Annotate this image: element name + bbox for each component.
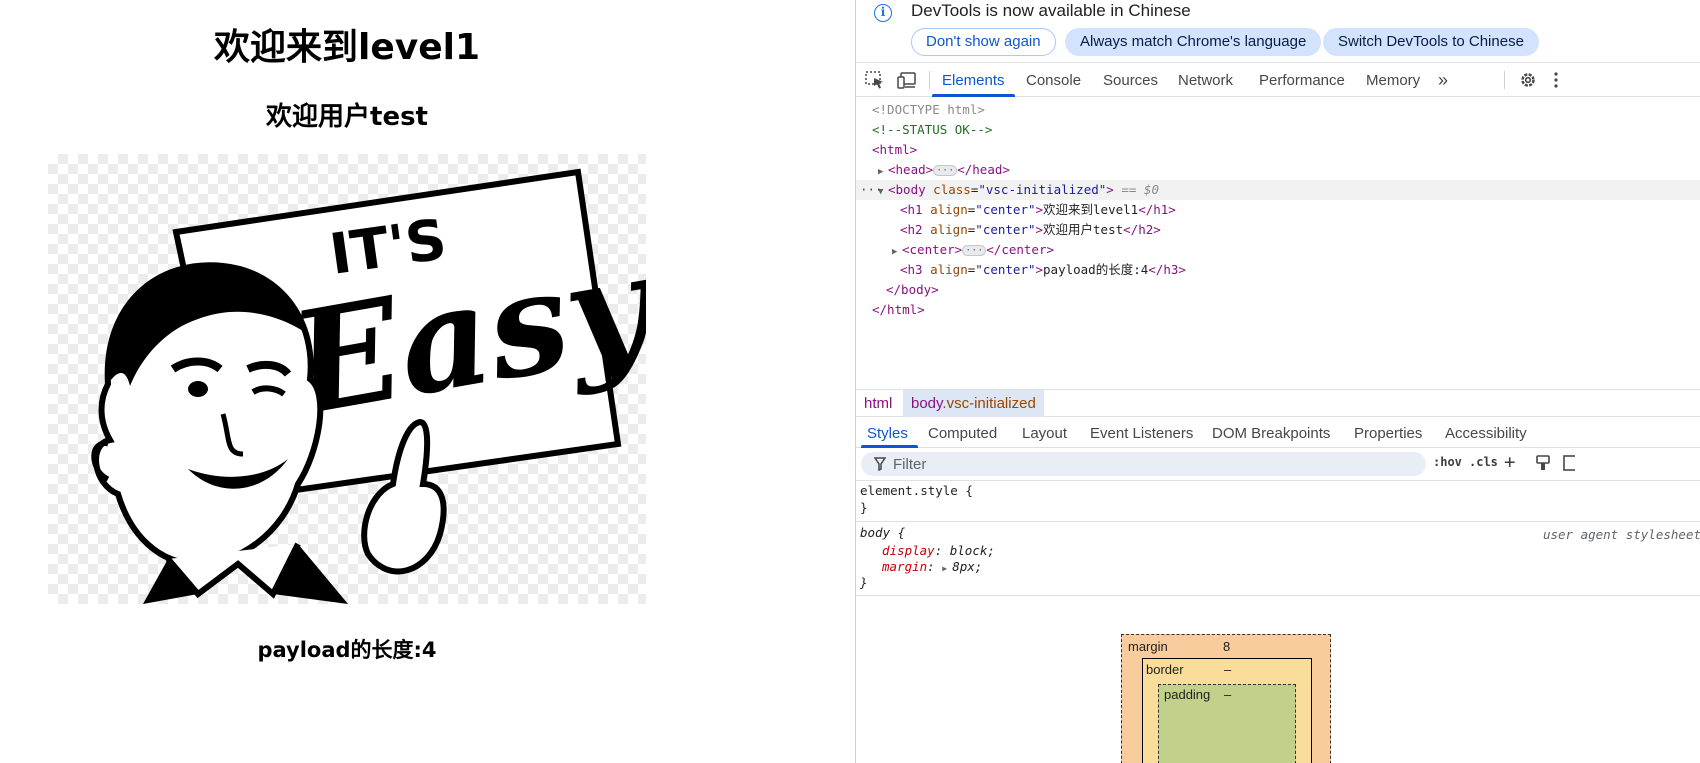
body-class-attr: class [933, 182, 971, 197]
its-easy-illustration: IT'S Easy [91, 168, 646, 604]
subtab-properties[interactable]: Properties [1354, 418, 1422, 448]
dom-line-html[interactable]: <html> [856, 140, 1700, 160]
comment-text: <!--STATUS OK--> [872, 122, 993, 137]
dom-breadcrumb: html body.vsc-initialized [856, 389, 1700, 417]
dom-tree: <!DOCTYPE html> <!--STATUS OK--> <html> … [856, 98, 1700, 388]
styles-filter-input[interactable] [893, 454, 1393, 474]
padding-top-value[interactable]: – [1224, 687, 1231, 702]
collapsed-ellipsis[interactable]: ··· [962, 245, 987, 256]
dont-show-again-button[interactable]: Don't show again [911, 28, 1056, 56]
border-top-value[interactable]: – [1224, 662, 1231, 677]
styles-subtabs: Styles Computed Layout Event Listeners D… [856, 418, 1700, 448]
kebab-menu-icon[interactable] [1552, 71, 1560, 89]
dollar-zero-marker: == $0 [1121, 182, 1159, 197]
toggle-sidebar-icon[interactable] [1563, 455, 1575, 471]
h3-text-node: payload的长度:4 [1043, 262, 1149, 277]
box-model-margin[interactable]: margin 8 border – padding – [1121, 634, 1331, 763]
subtab-layout[interactable]: Layout [1022, 418, 1067, 448]
switch-to-chinese-button[interactable]: Switch DevTools to Chinese [1323, 28, 1539, 56]
expand-triangle-icon[interactable]: ▶ [892, 242, 902, 262]
box-model-padding[interactable]: padding – [1158, 684, 1296, 763]
tab-console[interactable]: Console [1026, 63, 1081, 97]
subtab-dom-breakpoints[interactable]: DOM Breakpoints [1212, 418, 1330, 448]
user-agent-stylesheet-label[interactable]: user agent stylesheet [1543, 527, 1700, 542]
tab-sources[interactable]: Sources [1103, 63, 1158, 97]
body-style-rule[interactable]: body { [860, 524, 905, 541]
settings-gear-icon[interactable] [1518, 71, 1538, 89]
dom-line-h2[interactable]: <h2 align="center">欢迎用户test</h2> [856, 220, 1700, 240]
row-dots-icon[interactable]: ··· [860, 180, 883, 200]
h1-text-node: 欢迎来到level1 [1043, 202, 1139, 217]
breadcrumb-html[interactable]: html [856, 390, 900, 417]
expand-triangle-icon[interactable]: ▶ [878, 162, 888, 182]
dom-line-h1[interactable]: <h1 align="center">欢迎来到level1</h1> [856, 200, 1700, 220]
element-style-rule[interactable]: element.style { [860, 482, 973, 499]
page-heading-h2: 欢迎用户test [266, 102, 428, 132]
tabbar-divider [1504, 71, 1505, 89]
subtab-event-listeners[interactable]: Event Listeners [1090, 418, 1193, 448]
style-declaration-display[interactable]: display: block; [882, 542, 995, 559]
its-easy-image: IT'S Easy [48, 154, 646, 604]
style-declaration-margin[interactable]: margin: ▶ 8px; [882, 558, 982, 575]
subtab-accessibility[interactable]: Accessibility [1445, 418, 1527, 448]
tab-network[interactable]: Network [1178, 63, 1233, 97]
dom-line-body-selected[interactable]: ··· ▼ <body class="vsc-initialized"> == $… [856, 180, 1700, 200]
body-open-tag: <body [888, 182, 926, 197]
collapsed-ellipsis[interactable]: ··· [933, 165, 958, 176]
hover-state-toggle[interactable]: :hov [1433, 455, 1462, 469]
inspect-element-icon[interactable] [865, 71, 885, 89]
infobar-message: DevTools is now available in Chinese [911, 1, 1191, 20]
subtab-styles[interactable]: Styles [861, 418, 918, 448]
filter-funnel-icon [874, 457, 886, 471]
dom-line-html-close[interactable]: </html> [856, 300, 1700, 320]
devtools-main-tabs: Elements Console Sources Network Perform… [856, 63, 1700, 97]
box-model-border[interactable]: border – padding – [1142, 658, 1312, 763]
paint-brush-icon[interactable] [1535, 455, 1551, 471]
page-heading-h3: payload的长度:4 [257, 638, 437, 662]
html-open-tag: <html> [872, 142, 918, 157]
tab-elements[interactable]: Elements [932, 63, 1014, 97]
class-toggle[interactable]: .cls [1469, 455, 1498, 469]
dom-line-doctype[interactable]: <!DOCTYPE html> [856, 100, 1700, 120]
head-close-tag: </head> [957, 162, 1010, 177]
body-class-value: vsc-initialized [985, 182, 1099, 197]
always-match-language-button[interactable]: Always match Chrome's language [1065, 28, 1322, 56]
dom-line-h3[interactable]: <h3 align="center">payload的长度:4</h3> [856, 260, 1700, 280]
dom-line-comment[interactable]: <!--STATUS OK--> [856, 120, 1700, 140]
expand-shorthand-triangle-icon[interactable]: ▶ [942, 560, 952, 577]
margin-top-value[interactable]: 8 [1223, 639, 1230, 654]
language-infobar: i DevTools is now available in Chinese D… [856, 0, 1700, 63]
tab-performance[interactable]: Performance [1259, 63, 1345, 97]
dom-line-body-close[interactable]: </body> [856, 280, 1700, 300]
doctype-text: <!DOCTYPE html> [872, 102, 985, 117]
more-tabs-chevron-icon[interactable]: » [1438, 63, 1448, 97]
tab-memory[interactable]: Memory [1366, 63, 1420, 97]
device-toolbar-icon[interactable] [897, 71, 917, 89]
styles-filter-bar [861, 452, 1426, 476]
new-style-rule-plus-icon[interactable]: + [1504, 451, 1515, 473]
page-heading-h1: 欢迎来到level1 [213, 27, 481, 68]
subtab-computed[interactable]: Computed [928, 418, 997, 448]
h2-text-node: 欢迎用户test [1043, 222, 1124, 237]
dom-line-head[interactable]: ▶ <head> ··· </head> [856, 160, 1700, 180]
breadcrumb-body[interactable]: body.vsc-initialized [903, 390, 1044, 417]
tabbar-divider [929, 71, 930, 89]
head-open-tag: <head> [888, 162, 934, 177]
page-viewport: 欢迎来到level1 欢迎用户test IT'S Easy payload的长度… [0, 0, 855, 763]
info-icon: i [874, 4, 892, 22]
devtools-panel: i DevTools is now available in Chinese D… [855, 0, 1700, 763]
dom-line-center[interactable]: ▶ <center> ··· </center> [856, 240, 1700, 260]
